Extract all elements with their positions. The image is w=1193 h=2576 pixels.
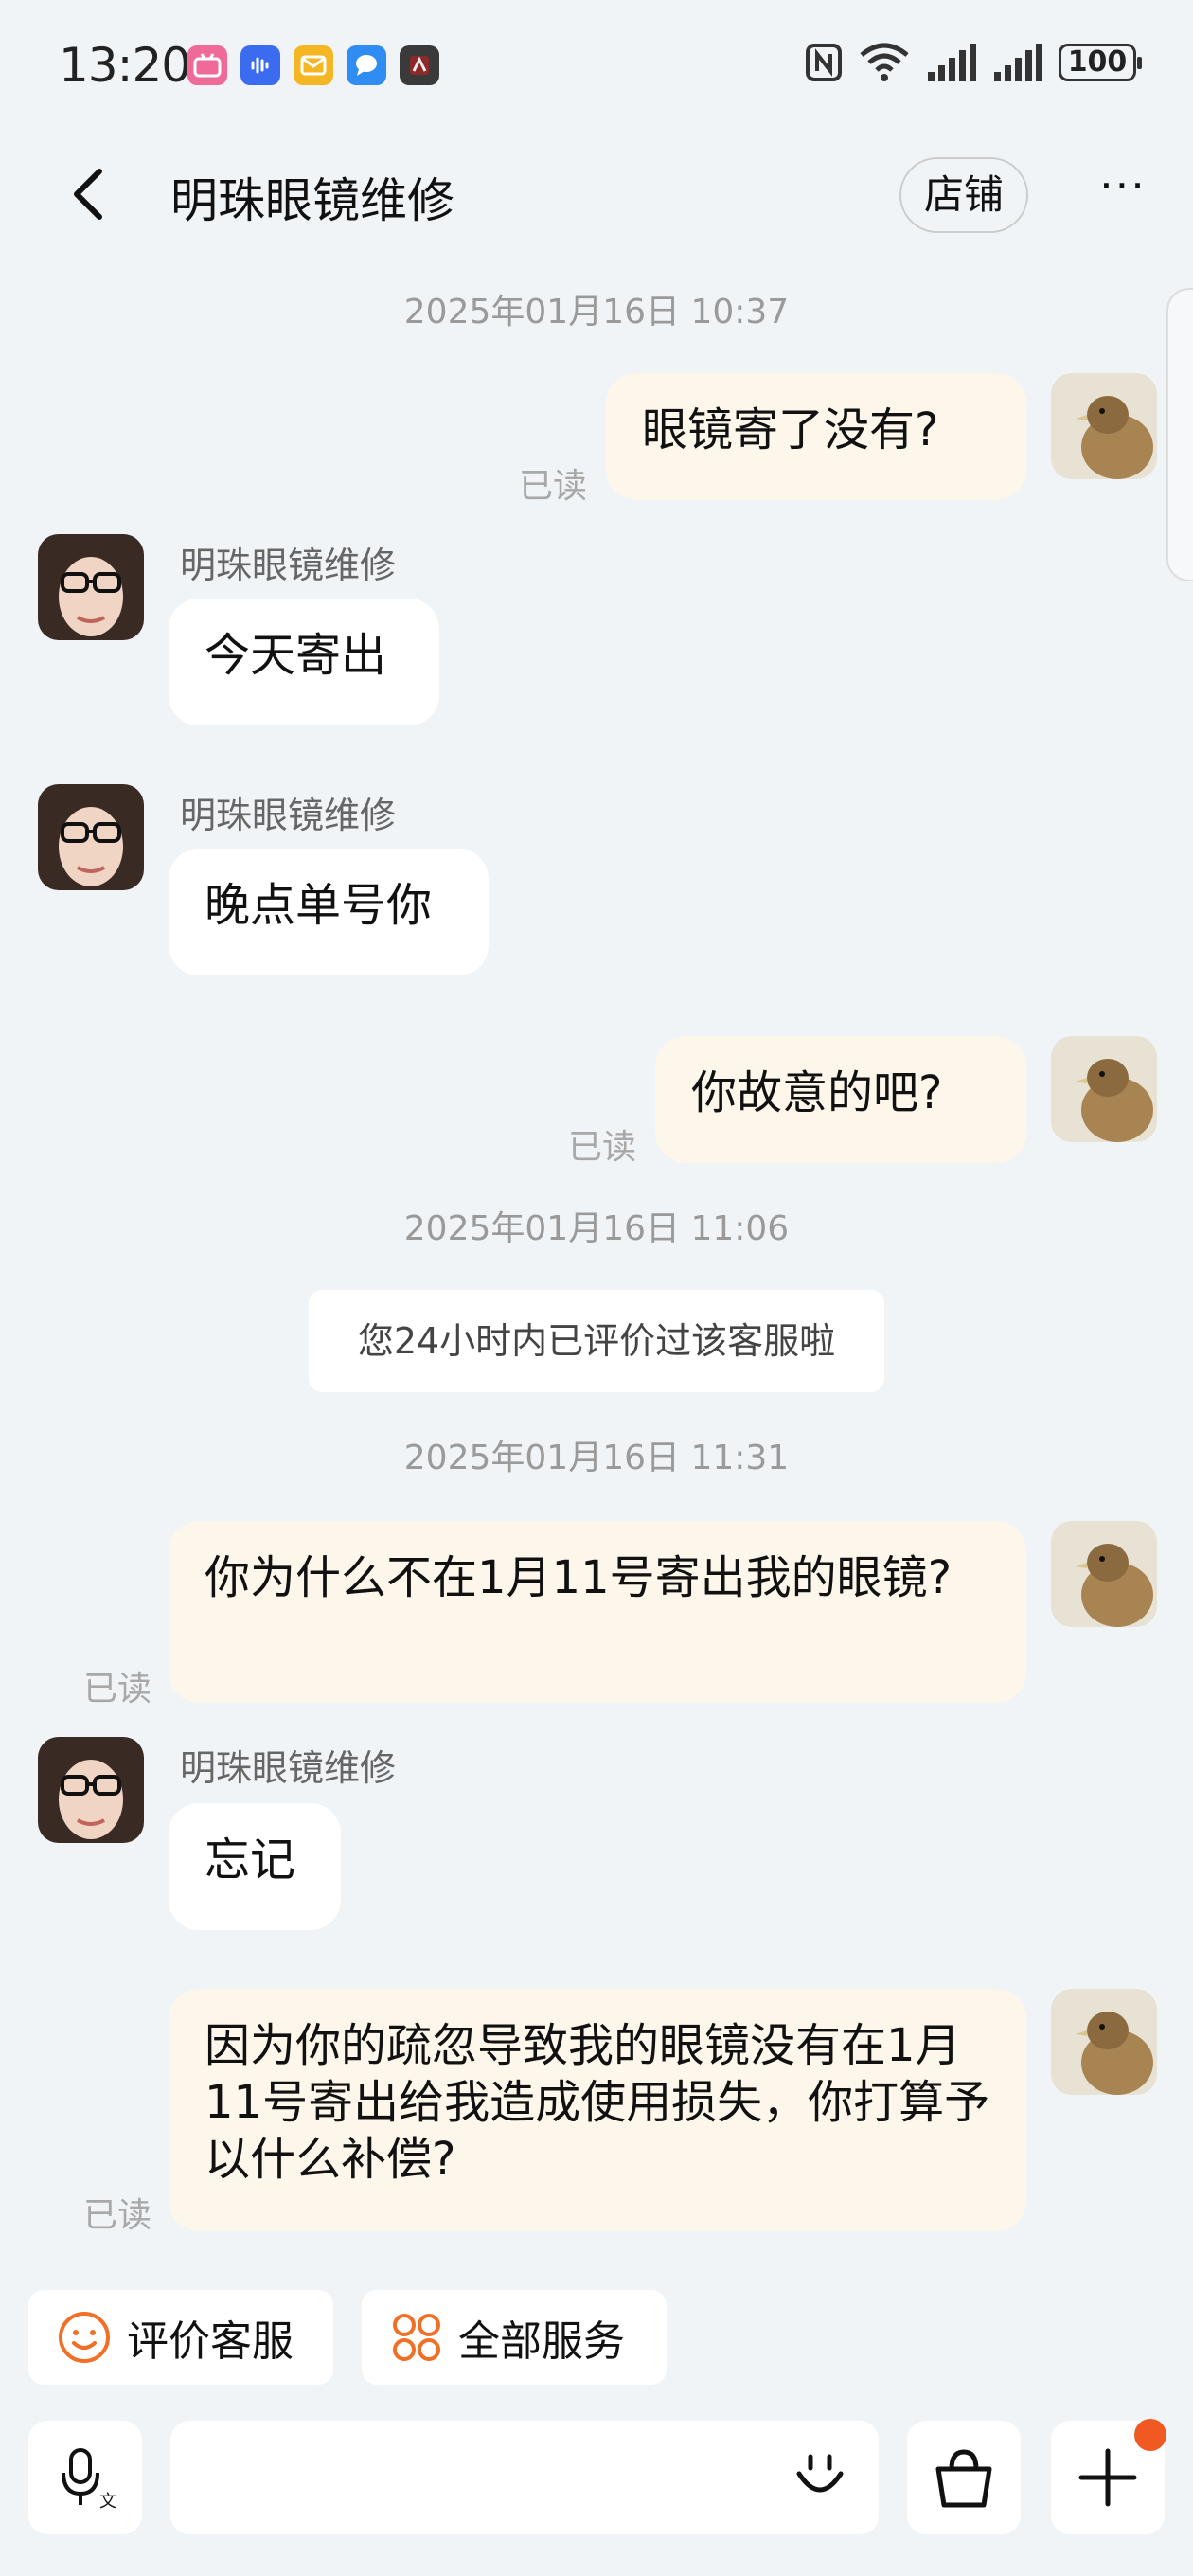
incoming-message[interactable]: 忘记 xyxy=(169,1803,341,1930)
emoji-icon[interactable] xyxy=(790,2447,850,2508)
wifi-icon xyxy=(860,43,909,81)
grid-icon xyxy=(393,2314,440,2361)
all-services-label: 全部服务 xyxy=(458,2317,625,2366)
nfc-icon xyxy=(806,44,842,81)
merchant-avatar[interactable] xyxy=(38,784,144,890)
timestamp: 2025年01月16日 11:31 xyxy=(403,1439,790,1477)
mail-icon xyxy=(294,45,333,85)
message-input[interactable] xyxy=(170,2421,879,2534)
read-receipt: 已读 xyxy=(568,1128,637,1167)
status-time: 13:20 xyxy=(59,38,191,93)
merchant-avatar[interactable] xyxy=(38,534,144,640)
read-receipt: 已读 xyxy=(83,1670,152,1708)
shopping-bag-icon xyxy=(935,2449,992,2508)
input-bar: 文 xyxy=(0,2406,1193,2576)
user-avatar[interactable] xyxy=(1051,1036,1157,1142)
rate-service-button[interactable]: 评价客服 xyxy=(28,2290,333,2385)
user-avatar[interactable] xyxy=(1051,1989,1157,2095)
order-bag-button[interactable] xyxy=(907,2421,1021,2534)
sender-name: 明珠眼镜维修 xyxy=(180,795,397,836)
notification-dot xyxy=(1134,2419,1166,2451)
signal-icon xyxy=(928,44,976,81)
all-services-button[interactable]: 全部服务 xyxy=(362,2290,667,2385)
page-title: 明珠眼镜维修 xyxy=(170,173,454,228)
chat-header: 明珠眼镜维修 店铺 ··· xyxy=(0,142,1193,246)
voice-input-button[interactable]: 文 xyxy=(28,2421,142,2534)
messages-icon xyxy=(347,45,386,85)
system-status-icons: 100 xyxy=(805,42,1142,83)
outgoing-message[interactable]: 你为什么不在1月11号寄出我的眼镜? xyxy=(169,1521,1026,1703)
outgoing-message[interactable]: 你故意的吧? xyxy=(655,1036,1026,1163)
rate-service-label: 评价客服 xyxy=(127,2317,294,2366)
svg-text:文: 文 xyxy=(99,2492,116,2511)
notification-app-icons xyxy=(187,45,439,85)
timestamp: 2025年01月16日 10:37 xyxy=(403,293,790,331)
outgoing-message[interactable]: 因为你的疏忽导致我的眼镜没有在1月11号寄出给我造成使用损失，你打算予以什么补偿… xyxy=(169,1989,1026,2231)
plus-icon xyxy=(1078,2448,1137,2507)
merchant-avatar[interactable] xyxy=(38,1737,144,1843)
sender-name: 明珠眼镜维修 xyxy=(180,545,397,586)
system-notice: 您24小时内已评价过该客服啦 xyxy=(309,1290,884,1392)
read-receipt: 已读 xyxy=(519,467,588,506)
sender-name: 明珠眼镜维修 xyxy=(180,1747,397,1789)
user-avatar[interactable] xyxy=(1051,373,1157,479)
chevron-left-icon xyxy=(74,169,102,220)
incoming-message[interactable]: 今天寄出 xyxy=(169,599,439,725)
more-options-button[interactable]: ··· xyxy=(1085,164,1161,224)
shop-button[interactable]: 店铺 xyxy=(899,157,1028,233)
timestamp: 2025年01月16日 11:06 xyxy=(403,1209,790,1248)
outgoing-message[interactable]: 眼镜寄了没有? xyxy=(606,373,1026,500)
smiley-icon xyxy=(59,2312,110,2363)
incoming-message[interactable]: 晚点单号你 xyxy=(169,849,489,975)
voice-translate-icon: 文 xyxy=(62,2448,116,2511)
user-avatar[interactable] xyxy=(1051,1521,1157,1627)
bilibili-icon xyxy=(187,45,227,85)
battery-indicator: 100 xyxy=(1059,44,1142,81)
signal-icon xyxy=(994,44,1042,81)
read-receipt: 已读 xyxy=(83,2196,152,2235)
game-icon xyxy=(400,45,439,85)
status-bar: 13:20 100 xyxy=(0,0,1193,133)
voice-recorder-icon xyxy=(240,45,280,85)
back-button[interactable] xyxy=(59,163,116,225)
